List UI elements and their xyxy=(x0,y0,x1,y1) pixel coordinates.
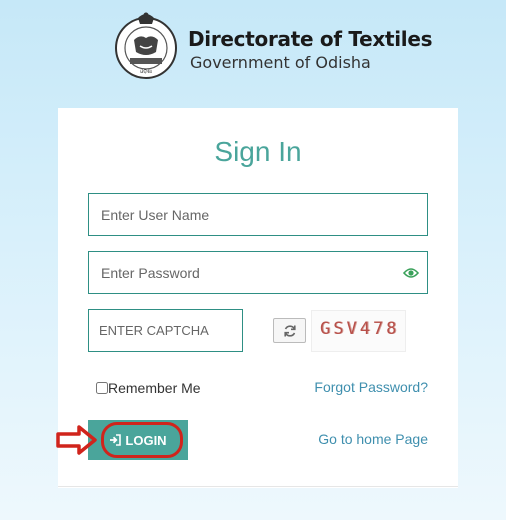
forgot-password-link[interactable]: Forgot Password? xyxy=(314,379,428,395)
refresh-icon xyxy=(283,324,296,337)
card-divider xyxy=(58,486,458,487)
annotation-arrow-icon xyxy=(56,425,97,455)
department-name: Directorate of Textiles xyxy=(188,27,433,51)
odisha-emblem-logo: ଓଡ଼ିଶା xyxy=(115,12,177,79)
password-field-wrapper xyxy=(88,251,428,294)
remember-me[interactable]: Remember Me xyxy=(96,380,201,396)
annotation-highlight-circle xyxy=(101,422,183,458)
refresh-captcha-button[interactable] xyxy=(273,318,306,343)
captcha-input[interactable] xyxy=(89,310,242,351)
username-input[interactable] xyxy=(89,194,427,235)
remember-me-checkbox[interactable] xyxy=(96,382,108,394)
svg-text:ଓଡ଼ିଶା: ଓଡ଼ିଶା xyxy=(140,68,152,75)
captcha-image: GSV478 xyxy=(311,310,406,352)
username-field-wrapper xyxy=(88,193,428,236)
password-input[interactable] xyxy=(89,252,427,293)
government-name: Government of Odisha xyxy=(190,53,371,72)
captcha-field-wrapper xyxy=(88,309,243,352)
site-header: ଓଡ଼ିଶା Directorate of Textiles Governmen… xyxy=(112,10,432,82)
home-page-link[interactable]: Go to home Page xyxy=(318,431,428,447)
eye-icon[interactable] xyxy=(403,267,419,279)
page-title: Sign In xyxy=(214,136,302,167)
remember-me-label: Remember Me xyxy=(108,380,201,396)
